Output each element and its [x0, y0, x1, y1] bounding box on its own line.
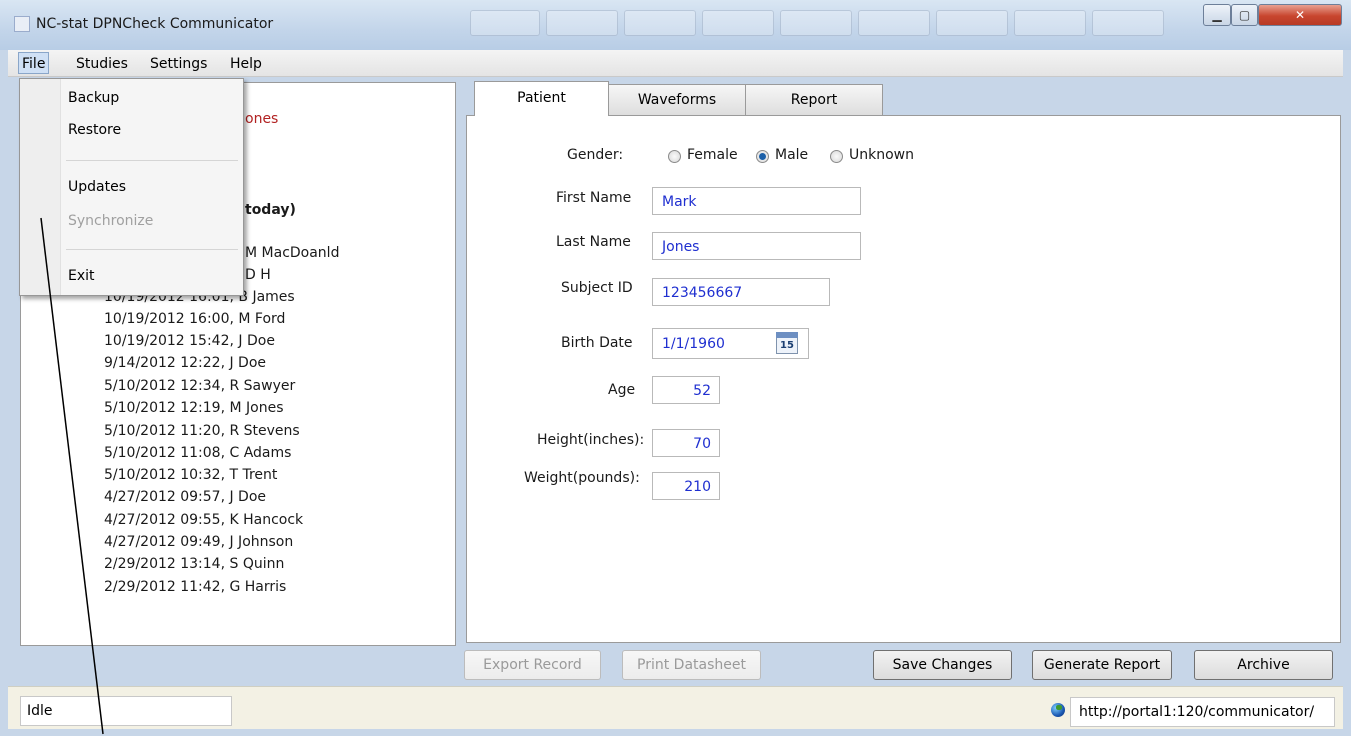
minimize-icon: ▁ — [1212, 8, 1222, 22]
tab-waveforms[interactable]: Waveforms — [608, 84, 746, 116]
gender-male-label[interactable]: Male — [775, 147, 808, 163]
gender-male-radio[interactable] — [756, 150, 769, 163]
menu-separator — [66, 160, 238, 161]
last-name-label: Last Name — [556, 234, 631, 250]
study-item[interactable]: 5/10/2012 12:34, R Sawyer — [104, 378, 295, 394]
tab-patient[interactable]: Patient — [474, 81, 609, 116]
menu-item-backup[interactable]: Backup — [68, 90, 119, 106]
print-datasheet-button: Print Datasheet — [622, 650, 761, 680]
menu-separator — [66, 249, 238, 250]
partial-study-item[interactable]: D H — [245, 267, 271, 283]
archive-button[interactable]: Archive — [1194, 650, 1333, 680]
minimize-button[interactable]: ▁ — [1203, 4, 1231, 26]
study-item[interactable]: 4/27/2012 09:57, J Doe — [104, 489, 266, 505]
menu-icon-gutter — [20, 79, 61, 295]
age-field[interactable]: 52 — [652, 376, 720, 404]
save-changes-button[interactable]: Save Changes — [873, 650, 1012, 680]
study-item[interactable]: 5/10/2012 10:32, T Trent — [104, 467, 277, 483]
subject-id-label: Subject ID — [561, 280, 633, 296]
tab-report[interactable]: Report — [745, 84, 883, 116]
last-name-field[interactable]: Jones — [652, 232, 861, 260]
menu-settings[interactable]: Settings — [146, 54, 211, 74]
birth-date-label: Birth Date — [561, 335, 633, 351]
gender-female-label[interactable]: Female — [687, 147, 738, 163]
age-label: Age — [608, 382, 636, 398]
background-taskbar-item — [702, 10, 774, 36]
file-dropdown-menu: Backup Restore Updates Synchronize Exit — [19, 78, 244, 296]
menu-item-exit[interactable]: Exit — [68, 268, 95, 284]
menu-file[interactable]: File — [18, 52, 50, 74]
globe-icon — [1051, 703, 1065, 717]
weight-field[interactable]: 210 — [652, 472, 720, 500]
background-taskbar-item — [1092, 10, 1164, 36]
app-icon — [14, 16, 30, 32]
gender-unknown-label[interactable]: Unknown — [849, 147, 914, 163]
menu-bar: File Studies Settings Help — [8, 50, 1343, 77]
maximize-button[interactable]: ▢ — [1231, 4, 1258, 26]
study-item[interactable]: 5/10/2012 12:19, M Jones — [104, 400, 283, 416]
menu-help[interactable]: Help — [226, 54, 266, 74]
study-item[interactable]: 10/19/2012 16:00, M Ford — [104, 311, 285, 327]
first-name-label: First Name — [556, 190, 632, 206]
gender-label: Gender: — [567, 147, 624, 163]
study-item[interactable]: 2/29/2012 11:42, G Harris — [104, 579, 286, 595]
partial-patient-name: ones — [245, 111, 279, 127]
gender-unknown-radio[interactable] — [830, 150, 843, 163]
subject-id-field[interactable]: 123456667 — [652, 278, 830, 306]
study-item[interactable]: 10/19/2012 15:42, J Doe — [104, 333, 275, 349]
menu-item-updates[interactable]: Updates — [68, 179, 126, 195]
status-text: Idle — [20, 696, 232, 726]
background-taskbar-item — [470, 10, 540, 36]
height-label: Height(inches): — [537, 432, 645, 448]
maximize-icon: ▢ — [1238, 8, 1251, 22]
menu-studies[interactable]: Studies — [72, 54, 132, 74]
close-icon: ✕ — [1294, 8, 1306, 22]
export-record-button: Export Record — [464, 650, 601, 680]
study-item[interactable]: 2/29/2012 13:14, S Quinn — [104, 556, 284, 572]
partial-group-header: today) — [245, 202, 296, 218]
first-name-field[interactable]: Mark — [652, 187, 861, 215]
study-item[interactable]: 5/10/2012 11:20, R Stevens — [104, 423, 300, 439]
background-taskbar-item — [780, 10, 852, 36]
study-item[interactable]: 4/27/2012 09:55, K Hancock — [104, 512, 303, 528]
weight-label: Weight(pounds): — [524, 470, 640, 486]
background-taskbar-item — [858, 10, 930, 36]
close-button[interactable]: ✕ — [1258, 4, 1342, 26]
background-taskbar-item — [624, 10, 696, 36]
study-item[interactable]: 4/27/2012 09:49, J Johnson — [104, 534, 293, 550]
study-item[interactable]: 9/14/2012 12:22, J Doe — [104, 355, 266, 371]
menu-item-restore[interactable]: Restore — [68, 122, 121, 138]
partial-study-item[interactable]: M MacDoanld — [245, 245, 339, 261]
menu-item-synchronize: Synchronize — [68, 213, 154, 229]
server-url: http://portal1:120/communicator/ — [1070, 697, 1335, 727]
background-taskbar-item — [936, 10, 1008, 36]
calendar-icon[interactable]: 15 — [776, 332, 798, 354]
window-title: NC-stat DPNCheck Communicator — [36, 16, 274, 32]
background-taskbar-item — [1014, 10, 1086, 36]
study-item[interactable]: 5/10/2012 11:08, C Adams — [104, 445, 291, 461]
background-taskbar-item — [546, 10, 618, 36]
generate-report-button[interactable]: Generate Report — [1032, 650, 1172, 680]
height-field[interactable]: 70 — [652, 429, 720, 457]
gender-female-radio[interactable] — [668, 150, 681, 163]
